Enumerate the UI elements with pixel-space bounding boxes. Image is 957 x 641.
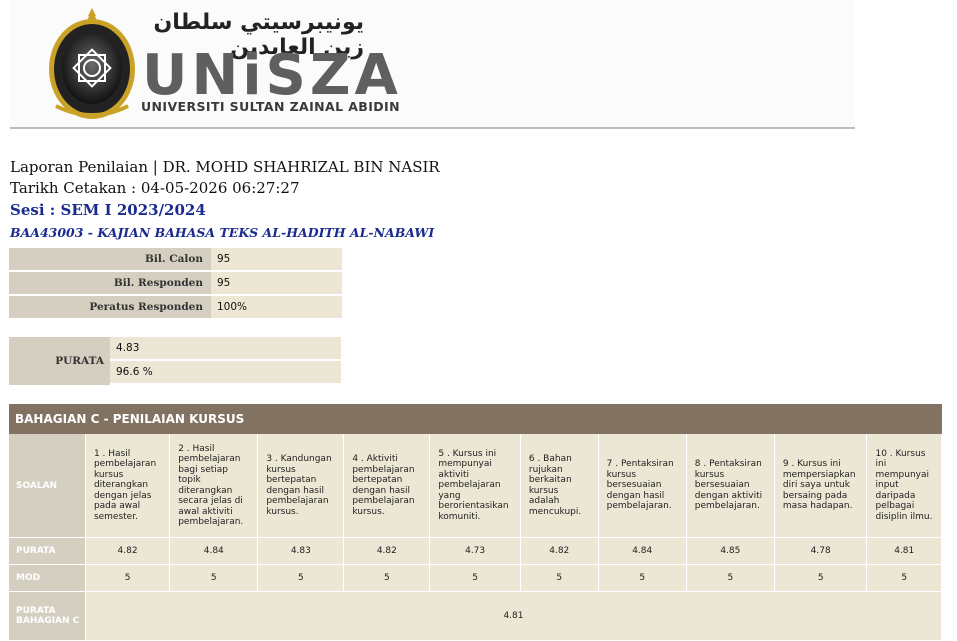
stat-label: Bil. Responden xyxy=(9,272,211,296)
purata-label: PURATA xyxy=(9,337,110,385)
table-row: Bil. Calon 95 xyxy=(9,248,342,272)
question-cell: 5 . Kursus ini mempunyai aktiviti pembel… xyxy=(430,434,521,538)
section-c-title: BAHAGIAN C - PENILAIAN KURSUS xyxy=(9,404,942,434)
row-label-mod: MOD xyxy=(9,565,86,592)
question-cell: 2 . Hasil pembelajaran bagi setiap topik… xyxy=(170,434,259,538)
table-row: PURATA 4.82 4.84 4.83 4.82 4.73 4.82 4.8… xyxy=(9,538,942,565)
purata-cell: 4.78 xyxy=(774,538,868,565)
row-label-purata: PURATA xyxy=(9,538,86,565)
mod-cell: 5 xyxy=(686,565,775,592)
mod-cell: 5 xyxy=(258,565,345,592)
purata-cell: 4.81 xyxy=(867,538,942,565)
mod-cell: 5 xyxy=(85,565,171,592)
purata-cell: 4.83 xyxy=(258,538,345,565)
brand-subtitle: UNIVERSITI SULTAN ZAINAL ABIDIN xyxy=(141,99,400,114)
row-label-soalan: SOALAN xyxy=(9,434,86,538)
table-row: Peratus Responden 100% xyxy=(9,296,342,320)
stats-table: Bil. Calon 95 Bil. Responden 95 Peratus … xyxy=(9,248,342,320)
mod-cell: 5 xyxy=(344,565,431,592)
purata-cell: 4.85 xyxy=(686,538,775,565)
report-title: Laporan Penilaian | DR. MOHD SHAHRIZAL B… xyxy=(10,158,440,176)
question-cell: 10 . Kursus ini mempunyai input daripada… xyxy=(867,434,942,538)
section-c-table: BAHAGIAN C - PENILAIAN KURSUS SOALAN 1 .… xyxy=(9,404,942,641)
stat-value: 95 xyxy=(211,248,342,272)
purata-score: 4.83 xyxy=(110,337,341,361)
purata-cell: 4.82 xyxy=(85,538,171,565)
overall-cell: 4.81 xyxy=(85,592,942,641)
stat-label: Peratus Responden xyxy=(9,296,211,320)
stat-label: Bil. Calon xyxy=(9,248,211,272)
mod-cell: 5 xyxy=(520,565,599,592)
table-row: PURATA 4.83 xyxy=(9,337,341,385)
purata-cell: 4.82 xyxy=(344,538,431,565)
mod-cell: 5 xyxy=(598,565,687,592)
university-crest-icon xyxy=(49,8,135,119)
mod-cell: 5 xyxy=(170,565,259,592)
question-cell: 1 . Hasil pembelajaran kursus diterangka… xyxy=(85,434,171,538)
course-title: BAA43003 - KAJIAN BAHASA TEKS AL-HADITH … xyxy=(10,225,435,240)
stat-value: 100% xyxy=(211,296,342,320)
table-row: MOD 5 5 5 5 5 5 5 5 5 5 xyxy=(9,565,942,592)
question-cell: 4 . Aktiviti pembelajaran bertepatan den… xyxy=(344,434,431,538)
purata-cell: 4.84 xyxy=(598,538,687,565)
question-cell: 7 . Pentaksiran kursus bersesuaian denga… xyxy=(598,434,687,538)
row-label-overall: PURATA BAHAGIAN C xyxy=(9,592,86,641)
header-divider xyxy=(10,127,855,129)
brand-wordmark: UNiSZA xyxy=(142,43,402,108)
purata-cell: 4.82 xyxy=(520,538,599,565)
question-cell: 6 . Bahan rujukan berkaitan kursus adala… xyxy=(520,434,599,538)
mod-cell: 5 xyxy=(430,565,521,592)
purata-cell: 4.84 xyxy=(170,538,259,565)
mod-cell: 5 xyxy=(867,565,942,592)
question-cell: 3 . Kandungan kursus bertepatan dengan h… xyxy=(258,434,345,538)
question-cell: 8 . Pentaksiran kursus bersesuaian denga… xyxy=(686,434,775,538)
session-label: Sesi : SEM I 2023/2024 xyxy=(10,201,206,219)
purata-table: PURATA 4.83 96.6 % xyxy=(9,337,341,385)
stat-value: 95 xyxy=(211,272,342,296)
purata-percent: 96.6 % xyxy=(110,361,341,385)
print-date: Tarikh Cetakan : 04-05-2026 06:27:27 xyxy=(10,179,300,197)
question-cell: 9 . Kursus ini mempersiapkan diri saya u… xyxy=(774,434,868,538)
purata-cell: 4.73 xyxy=(430,538,521,565)
mod-cell: 5 xyxy=(774,565,868,592)
table-row: SOALAN 1 . Hasil pembelajaran kursus dit… xyxy=(9,434,942,538)
table-row: Bil. Responden 95 xyxy=(9,272,342,296)
table-row: PURATA BAHAGIAN C 4.81 xyxy=(9,592,942,641)
header-logo-area: يونيبرسيتي سلطان زين العابدين UNiSZA UNI… xyxy=(10,0,855,127)
